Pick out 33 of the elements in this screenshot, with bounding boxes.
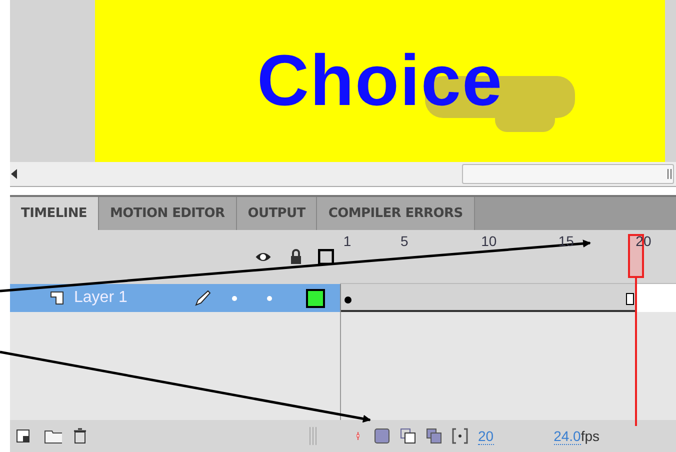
onion-outline-icon[interactable] [400,428,416,444]
panel-tab[interactable]: OUTPUT [236,197,318,230]
outline-swatch[interactable] [306,288,325,308]
folder-icon[interactable] [42,428,62,444]
frame-rate-field[interactable]: 24.0 [554,428,581,444]
onion-skin-icon[interactable] [374,428,390,444]
frame-number: 5 [400,233,408,249]
new-layer-icon[interactable] [16,428,32,444]
outline-icon[interactable] [318,249,334,265]
panel-tab[interactable]: MOTION EDITOR [99,197,237,230]
onion-markers-icon[interactable] [452,428,468,444]
horizontal-scrollbar[interactable] [10,162,676,187]
layer-row[interactable]: Layer 1 [10,284,340,312]
pencil-icon [194,289,212,307]
scroll-left-icon[interactable] [10,169,18,179]
scrollbar-thumb[interactable] [462,164,674,184]
panel-tab[interactable]: COMPILER ERRORS [317,197,475,230]
edit-frames-icon[interactable] [426,428,442,444]
current-frame-field[interactable]: 20 [478,428,494,444]
grip-icon [667,169,673,179]
lock-dot[interactable] [267,296,272,300]
frame-number: 1 [343,233,352,249]
layer-name: Layer 1 [74,289,128,307]
grip-icon [308,427,318,445]
end-frame-icon [626,293,634,305]
fps-label: fps [580,428,600,444]
frame-number: 10 [481,233,497,249]
layer-icon [50,291,64,305]
keyframe-icon [344,296,352,304]
lock-icon[interactable] [288,249,304,265]
trash-icon[interactable] [72,428,88,444]
visibility-dot[interactable] [232,296,237,300]
panel-tab[interactable]: TIMELINE [10,197,100,230]
